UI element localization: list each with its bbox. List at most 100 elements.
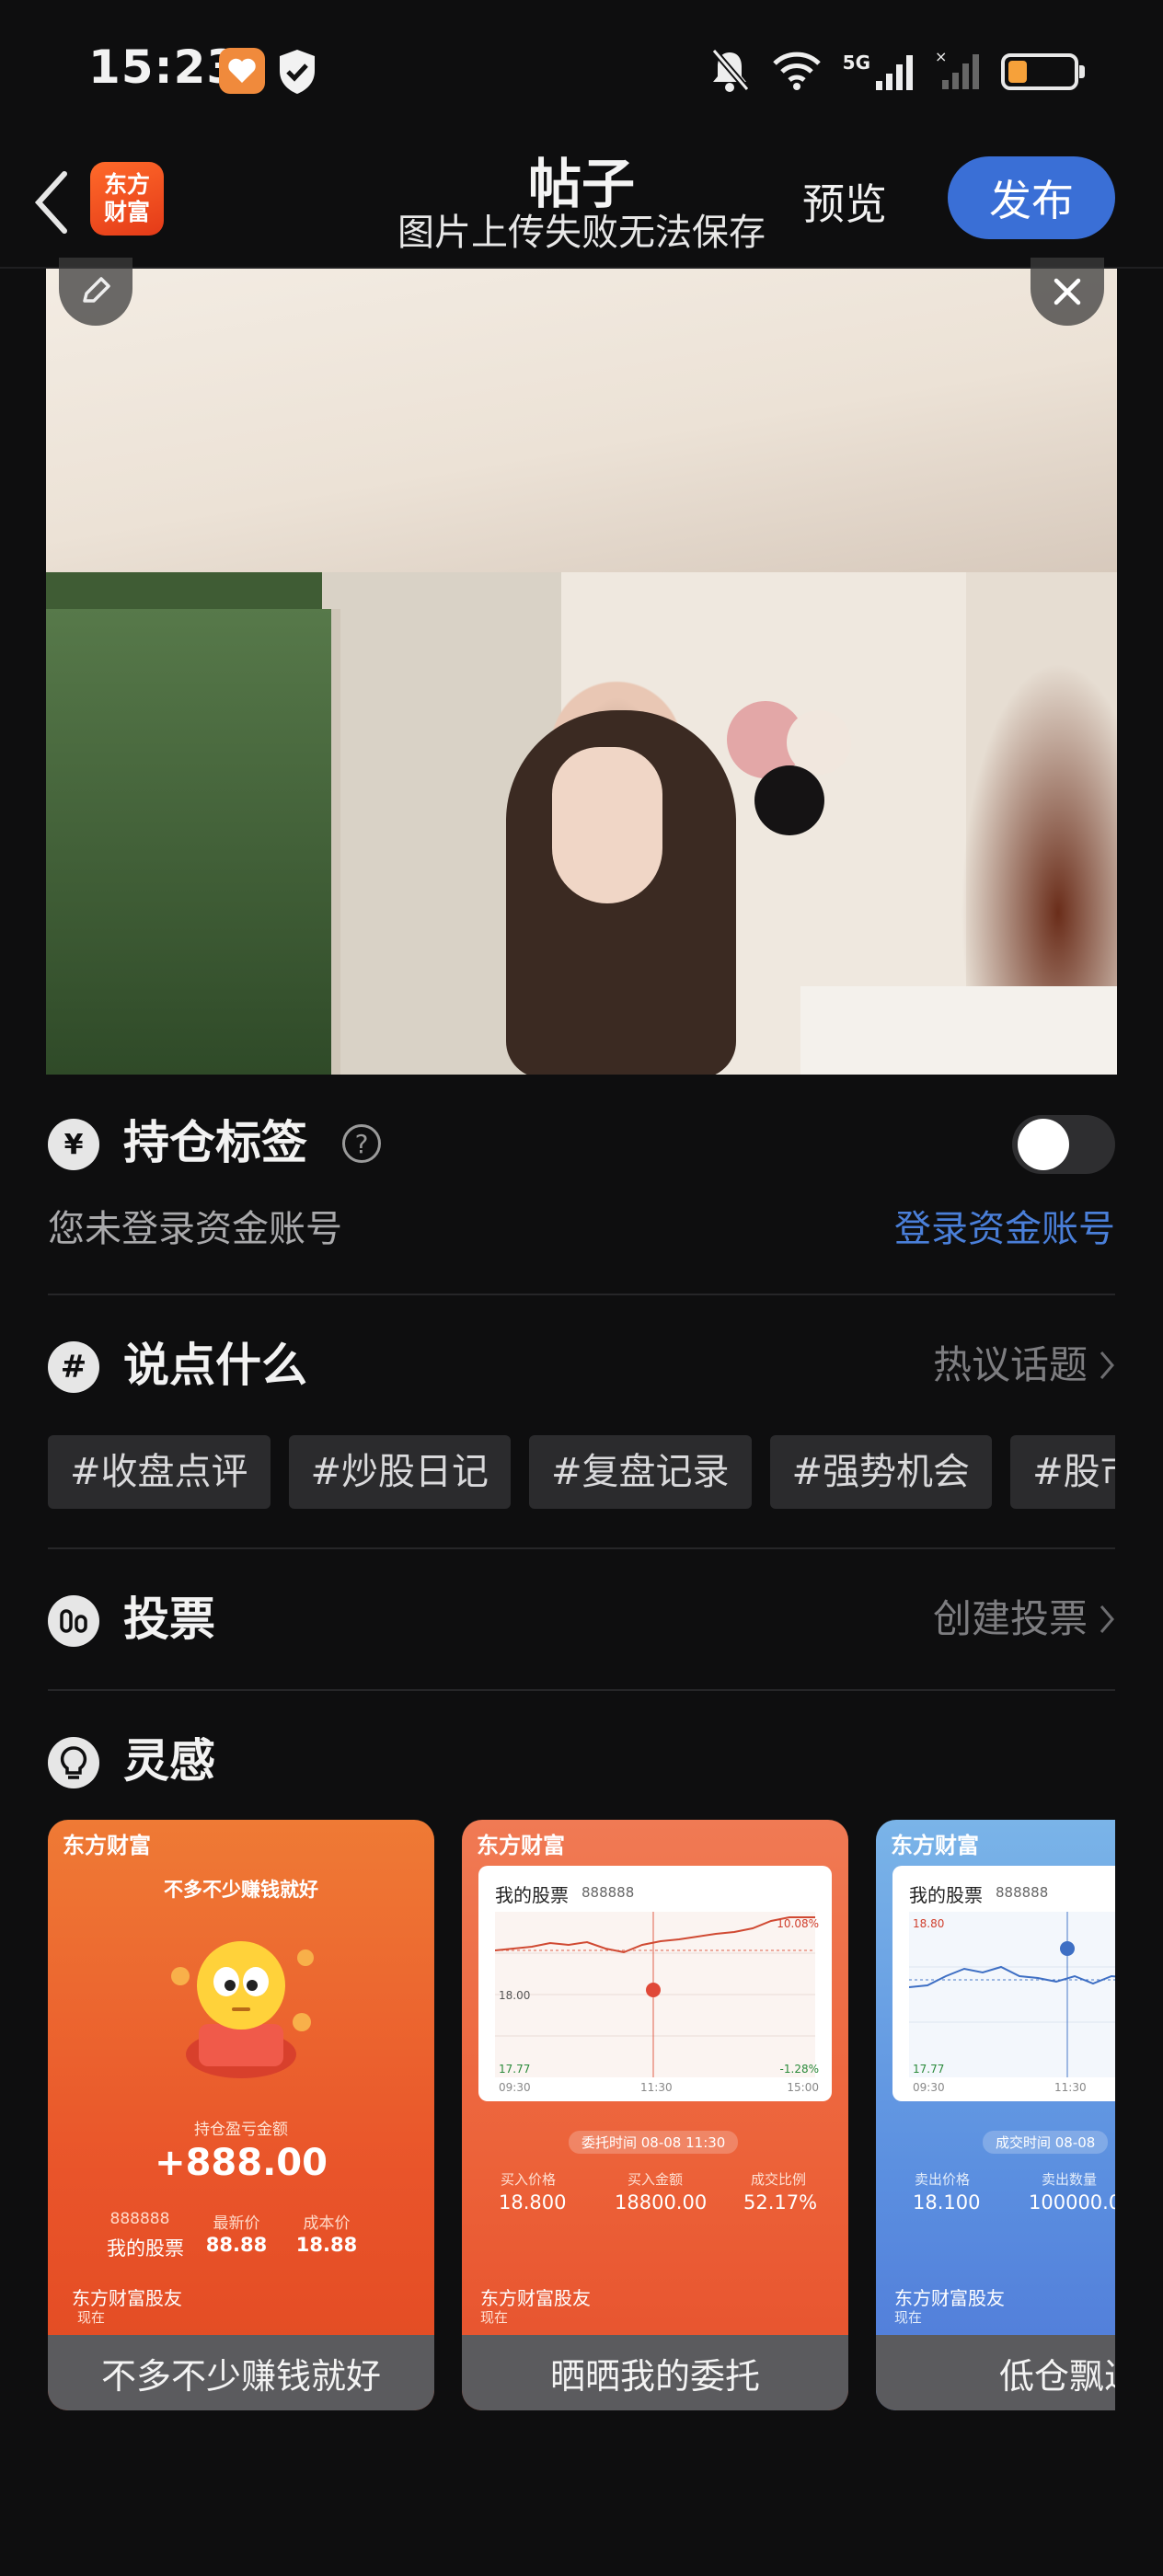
divider <box>48 1689 1115 1691</box>
x-axis-label: 11:30 <box>1054 2081 1087 2094</box>
footer-user: 东方财富股友 <box>894 2287 1005 2309</box>
yen-icon: ¥ <box>48 1119 99 1170</box>
account-status-text: 您未登录资金账号 <box>48 1208 342 1250</box>
topic-tag[interactable]: #收盘点评 <box>48 1435 271 1509</box>
topic-tag[interactable]: #股市 <box>1010 1435 1115 1509</box>
stat-value: 18.88 <box>295 2234 358 2256</box>
inspiration-card-list: 东方财富 不多不少赚钱就好 持仓盈亏金额 +888.00 888888 最新价 … <box>48 1820 1115 2410</box>
back-button[interactable] <box>24 166 79 239</box>
signal-weak-icon: × <box>935 48 981 95</box>
pnl-amount: +888.00 <box>155 2142 328 2184</box>
stock-code: 888888 <box>582 1884 635 1901</box>
stat-label: 成本价 <box>303 2214 351 2233</box>
stat-value: 100000.00 <box>1029 2191 1115 2214</box>
inspiration-card[interactable]: 东方财富 我的股票 888888 10.08% 18.00 17.77 -1.2… <box>462 1820 848 2410</box>
login-account-link[interactable]: 登录资金账号 <box>894 1203 1115 1255</box>
publish-button[interactable]: 发布 <box>948 156 1115 239</box>
stat-label: 买入金额 <box>628 2171 684 2188</box>
uploaded-photo[interactable] <box>46 269 1117 1075</box>
x-axis-label: 09:30 <box>913 2081 945 2094</box>
card-headline: 不多不少赚钱就好 <box>164 1879 318 1901</box>
inspiration-card[interactable]: 东方财富 不多不少赚钱就好 持仓盈亏金额 +888.00 888888 最新价 … <box>48 1820 434 2410</box>
stock-chart-panel: 我的股票 888888 18.80 17.77 09:30 11:30 <box>892 1866 1115 2101</box>
wifi-icon <box>771 49 823 95</box>
inspiration-title: 灵感 <box>123 1734 215 1788</box>
svg-text:×: × <box>935 49 947 65</box>
hot-topics-link[interactable]: 热议话题 <box>933 1338 1115 1393</box>
help-icon[interactable]: ? <box>342 1124 381 1163</box>
divider <box>48 1294 1115 1295</box>
say-something-title: 说点什么 <box>123 1339 307 1392</box>
poll-icon <box>48 1595 99 1647</box>
mute-bell-icon <box>708 47 751 97</box>
status-time: 15:23 <box>88 40 240 94</box>
close-icon <box>1054 278 1081 305</box>
intraday-line-chart <box>495 1912 815 2077</box>
stat-value: 我的股票 <box>107 2237 184 2260</box>
topic-tag[interactable]: #炒股日记 <box>288 1435 512 1509</box>
card-caption: 晒晒我的委托 <box>462 2335 848 2410</box>
y-axis-low-pct: -1.28% <box>779 2063 819 2076</box>
lightbulb-icon <box>48 1737 99 1788</box>
chevron-right-icon <box>1100 1351 1114 1379</box>
stat-label: 888888 <box>109 2210 170 2228</box>
hot-topics-label: 热议话题 <box>932 1342 1088 1387</box>
footer-time: 现在 <box>77 2309 106 2326</box>
app-logo: 东方 财富 <box>90 162 164 236</box>
divider <box>48 1547 1115 1549</box>
topic-tag[interactable]: #复盘记录 <box>529 1435 752 1509</box>
y-axis-low: 17.77 <box>913 2063 945 2076</box>
intraday-line-chart <box>909 1912 1115 2077</box>
upload-error-message: 图片上传失败无法保存 <box>397 212 766 254</box>
pnl-label: 持仓盈亏金额 <box>194 2121 288 2139</box>
holding-tag-title: 持仓标签 <box>123 1116 307 1169</box>
card-brand: 东方财富 <box>891 1833 979 1858</box>
inspiration-card[interactable]: 东方财富 我的股票 888888 18.80 17.77 09:30 11:30… <box>876 1820 1115 2410</box>
mascot-illustration <box>158 1921 324 2087</box>
stat-value: 88.88 <box>205 2234 268 2256</box>
y-axis-top: 10.08% <box>777 1917 819 1930</box>
create-vote-link[interactable]: 创建投票 <box>933 1592 1115 1647</box>
stat-label: 买入价格 <box>501 2171 557 2188</box>
footer-user: 东方财富股友 <box>480 2287 591 2309</box>
y-axis-mid: 18.00 <box>499 1989 531 2002</box>
holding-tag-toggle[interactable] <box>1012 1115 1115 1174</box>
trade-time: 成交时间 08-08 <box>983 2131 1109 2154</box>
card-brand: 东方财富 <box>63 1833 151 1858</box>
stat-label: 卖出数量 <box>1042 2171 1098 2188</box>
x-axis-label: 11:30 <box>640 2081 673 2094</box>
status-bar: 15:23 5G × <box>0 0 1163 147</box>
card-brand: 东方财富 <box>477 1833 565 1858</box>
stat-value: 52.17% <box>743 2191 818 2214</box>
stat-label: 卖出价格 <box>915 2171 971 2188</box>
stock-chart-panel: 我的股票 888888 10.08% 18.00 17.77 -1.28% 09… <box>478 1866 832 2101</box>
battery-icon <box>1001 53 1085 90</box>
order-time: 委托时间 08-08 11:30 <box>569 2131 739 2154</box>
stock-name: 我的股票 <box>495 1884 569 1906</box>
stat-label: 成交比例 <box>751 2171 807 2188</box>
chevron-left-icon <box>34 171 67 234</box>
footer-time: 现在 <box>480 2309 509 2326</box>
stat-label: 最新价 <box>213 2214 260 2233</box>
pencil-icon <box>83 277 110 303</box>
hashtag-icon: # <box>48 1341 99 1393</box>
card-caption: 不多不少赚钱就好 <box>48 2335 434 2410</box>
y-axis-top: 18.80 <box>913 1917 945 1930</box>
x-axis-label: 09:30 <box>499 2081 531 2094</box>
signal-5g-icon: 5G <box>843 52 915 92</box>
chevron-right-icon <box>1100 1605 1114 1633</box>
heart-app-icon <box>219 48 265 94</box>
shield-check-icon <box>276 48 318 96</box>
y-axis-low: 17.77 <box>499 2063 531 2076</box>
create-vote-label: 创建投票 <box>932 1596 1088 1641</box>
x-axis-label: 15:00 <box>787 2081 819 2094</box>
network-type-label: 5G <box>842 52 870 74</box>
topic-tag[interactable]: #强势机会 <box>769 1435 993 1509</box>
top-nav-bar: 东方 财富 帖子 图片上传失败无法保存 预览 发布 <box>0 147 1163 269</box>
footer-time: 现在 <box>894 2309 923 2326</box>
card-caption: 低仓飘过 <box>876 2335 1115 2410</box>
preview-button[interactable]: 预览 <box>802 167 887 241</box>
footer-user: 东方财富股友 <box>72 2287 182 2309</box>
stock-code: 888888 <box>996 1884 1049 1901</box>
toggle-knob <box>1018 1119 1069 1170</box>
